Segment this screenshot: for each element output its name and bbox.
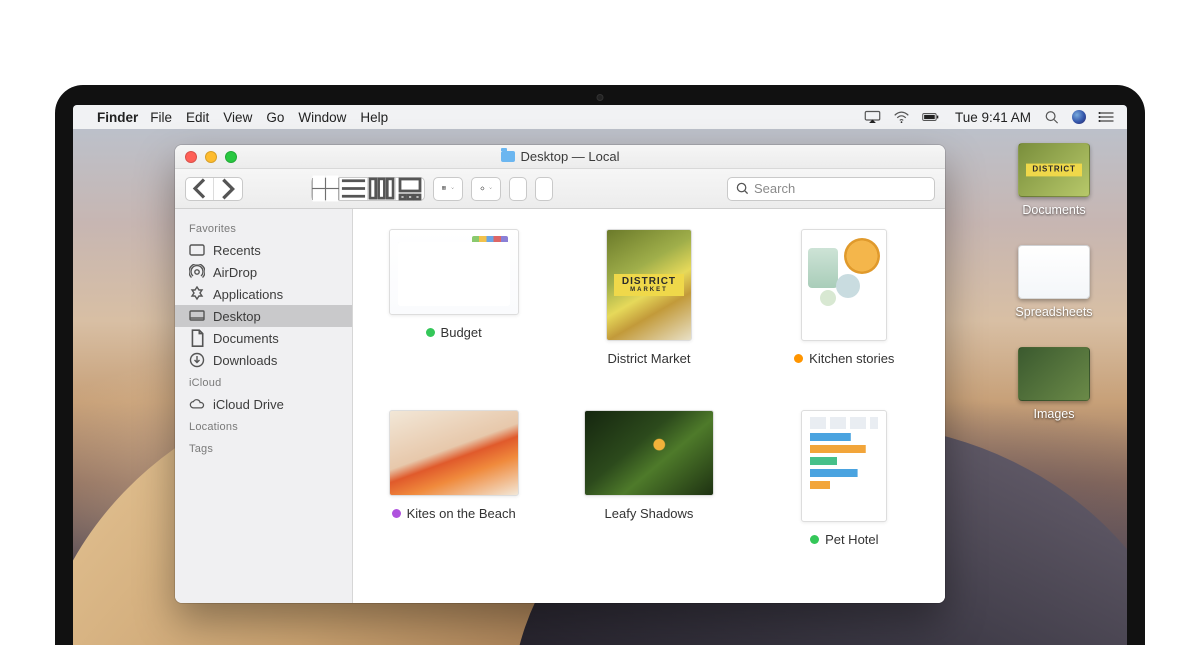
desktop-icons: DISTRICT Documents Spreadsheets Images (999, 143, 1109, 421)
desktop-stack-spreadsheets[interactable]: Spreadsheets (1015, 245, 1092, 319)
back-button[interactable] (186, 178, 214, 200)
file-thumbnail (389, 410, 519, 496)
menu-window[interactable]: Window (298, 110, 346, 125)
desktop-stack-label: Images (1034, 407, 1075, 421)
view-icons-button[interactable] (312, 178, 340, 200)
menu-help[interactable]: Help (360, 110, 388, 125)
folder-thumb-icon (1018, 245, 1090, 299)
siri-icon[interactable] (1072, 110, 1086, 124)
menu-edit[interactable]: Edit (186, 110, 209, 125)
laptop-bezel: Finder File Edit View Go Window Help Tue… (55, 85, 1145, 645)
airplay-icon[interactable] (864, 110, 881, 124)
folder-icon (501, 151, 515, 162)
file-label: Pet Hotel (825, 532, 878, 547)
tag-dot (810, 535, 819, 544)
downloads-icon (189, 353, 205, 367)
tags-button[interactable] (535, 177, 553, 201)
sidebar-header-locations[interactable]: Locations (175, 415, 352, 437)
tag-dot (392, 509, 401, 518)
nav-back-forward (185, 177, 243, 201)
sidebar-item-icloud-drive[interactable]: iCloud Drive (175, 393, 352, 415)
folder-thumb-icon: DISTRICT (1018, 143, 1090, 197)
applications-icon (189, 287, 205, 301)
desktop-stack-documents[interactable]: DISTRICT Documents (1018, 143, 1090, 217)
file-item[interactable]: Kitchen stories (769, 229, 919, 366)
close-button[interactable] (185, 151, 197, 163)
desktop-stack-images[interactable]: Images (1018, 347, 1090, 421)
view-gallery-button[interactable] (396, 178, 424, 200)
sidebar-item-airdrop[interactable]: AirDrop (175, 261, 352, 283)
menu-view[interactable]: View (223, 110, 252, 125)
menu-go[interactable]: Go (266, 110, 284, 125)
finder-content: Budget DISTRICTMARKET District Market Ki… (353, 209, 945, 603)
window-controls (185, 151, 237, 163)
notification-center-icon[interactable] (1098, 110, 1115, 124)
search-placeholder: Search (754, 181, 795, 196)
file-label: Budget (441, 325, 482, 340)
file-thumbnail (801, 410, 887, 522)
search-icon (736, 182, 749, 195)
sidebar-item-documents[interactable]: Documents (175, 327, 352, 349)
window-title: Desktop — Local (521, 149, 620, 164)
forward-button[interactable] (214, 178, 242, 200)
file-item[interactable]: Leafy Shadows (574, 410, 724, 547)
file-item[interactable]: Pet Hotel (769, 410, 919, 547)
sidebar-item-recents[interactable]: Recents (175, 239, 352, 261)
camera-dot (597, 94, 604, 101)
screen: Finder File Edit View Go Window Help Tue… (73, 105, 1127, 645)
file-item[interactable]: Kites on the Beach (379, 410, 529, 547)
documents-icon (189, 331, 205, 345)
finder-window: Desktop — Local (175, 145, 945, 603)
recents-icon (189, 243, 205, 257)
file-thumbnail (801, 229, 887, 341)
sidebar-item-applications[interactable]: Applications (175, 283, 352, 305)
view-list-button[interactable] (340, 178, 368, 200)
file-item[interactable]: Budget (379, 229, 529, 366)
file-item[interactable]: DISTRICTMARKET District Market (574, 229, 724, 366)
spotlight-icon[interactable] (1043, 110, 1060, 124)
wifi-icon[interactable] (893, 110, 910, 124)
file-label: Leafy Shadows (605, 506, 694, 521)
airdrop-icon (189, 265, 205, 279)
sidebar-header-favorites: Favorites (175, 217, 352, 239)
menubar-clock[interactable]: Tue 9:41 AM (955, 110, 1031, 125)
file-label: District Market (607, 351, 690, 366)
sidebar-header-icloud: iCloud (175, 371, 352, 393)
share-button[interactable] (509, 177, 527, 201)
fullscreen-button[interactable] (225, 151, 237, 163)
folder-thumb-icon (1018, 347, 1090, 401)
search-field[interactable]: Search (727, 177, 935, 201)
finder-toolbar: Search (175, 169, 945, 209)
view-mode-switcher (311, 177, 425, 201)
view-columns-button[interactable] (368, 178, 396, 200)
desktop-stack-label: Spreadsheets (1015, 305, 1092, 319)
finder-sidebar: Favorites Recents AirDrop Applications D… (175, 209, 353, 603)
file-thumbnail (584, 410, 714, 496)
sidebar-item-downloads[interactable]: Downloads (175, 349, 352, 371)
action-button[interactable] (471, 177, 501, 201)
menubar-app-name[interactable]: Finder (97, 110, 138, 125)
tag-dot (426, 328, 435, 337)
sidebar-header-tags[interactable]: Tags (175, 437, 352, 459)
desktop-stack-label: Documents (1022, 203, 1085, 217)
file-thumbnail (389, 229, 519, 315)
minimize-button[interactable] (205, 151, 217, 163)
tag-dot (794, 354, 803, 363)
arrange-button[interactable] (433, 177, 463, 201)
menu-file[interactable]: File (150, 110, 172, 125)
desktop-icon (189, 309, 205, 323)
file-thumbnail: DISTRICTMARKET (606, 229, 692, 341)
sidebar-item-desktop[interactable]: Desktop (175, 305, 352, 327)
finder-titlebar[interactable]: Desktop — Local (175, 145, 945, 169)
cloud-icon (189, 397, 205, 411)
file-label: Kitchen stories (809, 351, 894, 366)
menubar: Finder File Edit View Go Window Help Tue… (73, 105, 1127, 129)
file-label: Kites on the Beach (407, 506, 516, 521)
menubar-status: Tue 9:41 AM (864, 110, 1115, 125)
battery-icon[interactable] (922, 110, 939, 124)
